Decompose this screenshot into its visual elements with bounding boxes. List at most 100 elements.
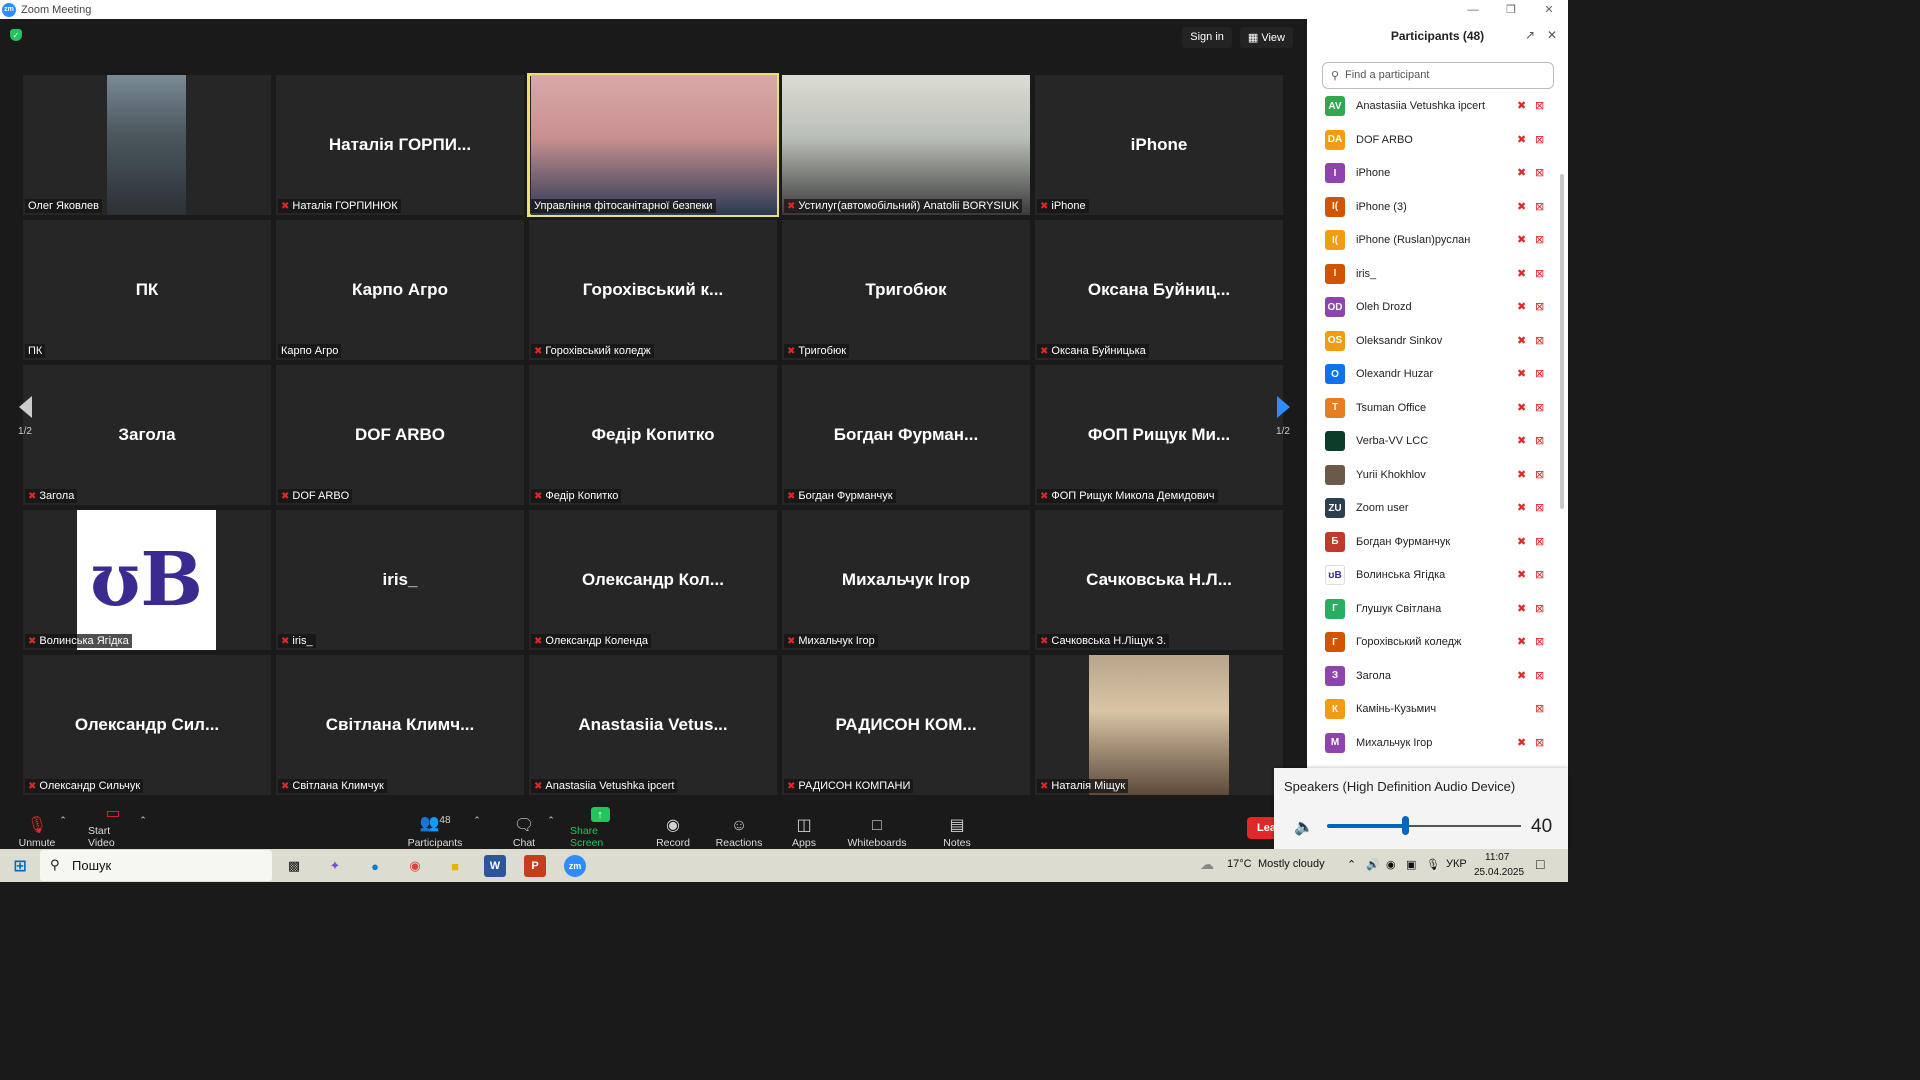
weather-description[interactable]: Mostly cloudy bbox=[1258, 858, 1325, 870]
video-tile[interactable]: iPhone ✖ iPhone bbox=[1035, 75, 1283, 215]
speaker-tray-icon[interactable]: 🔊 bbox=[1366, 858, 1380, 871]
video-tile[interactable]: ʊB ✖ Волинська Ягідка bbox=[23, 510, 271, 650]
video-tile[interactable]: iris_ ✖ iris_ bbox=[276, 510, 524, 650]
previous-page-button[interactable]: 1/2 bbox=[0, 364, 50, 469]
video-tile[interactable]: Anastasiia Vetus... ✖ Anastasiia Vetushka … bbox=[529, 655, 777, 795]
share-screen-button[interactable]: ↑ Share Screen bbox=[570, 807, 630, 849]
tile-participant-name: Anastasiia Vetushka ipcert bbox=[545, 780, 675, 792]
video-tile[interactable]: Михальчук Ігор ✖ Михальчук Ігор bbox=[782, 510, 1030, 650]
video-tile[interactable]: Горохівський к... ✖ Горохівський коледж bbox=[529, 220, 777, 360]
participant-row[interactable]: Verba-VV LCC ✖ ⊠ bbox=[1307, 426, 1557, 460]
notes-button[interactable]: ▤ Notes bbox=[942, 813, 972, 850]
windows-start-icon[interactable]: ⊞ bbox=[9, 855, 31, 877]
tile-participant-name: Олександр Сильчук bbox=[39, 780, 141, 792]
network-tray-icon[interactable]: ▣ bbox=[1406, 858, 1416, 871]
participants-options-caret[interactable]: ⌃ bbox=[472, 813, 482, 849]
participant-row[interactable]: ʊB Волинська Ягідка ✖ ⊠ bbox=[1307, 560, 1557, 594]
sign-in-button[interactable]: Sign in bbox=[1182, 27, 1232, 48]
video-tile[interactable]: Сачковська Н.Л... ✖ Сачковська Н.Ліщук З. bbox=[1035, 510, 1283, 650]
participant-row[interactable]: Yurii Khokhlov ✖ ⊠ bbox=[1307, 460, 1557, 494]
participant-row[interactable]: М Михальчук Ігор ✖ ⊠ bbox=[1307, 728, 1557, 762]
video-options-caret[interactable]: ⌃ bbox=[138, 813, 148, 849]
word-app-icon[interactable]: W bbox=[484, 855, 506, 877]
taskbar-clock-time[interactable]: 11:07 bbox=[1485, 852, 1509, 863]
video-tile[interactable]: Федір Копитко ✖ Федір Копитко bbox=[529, 365, 777, 505]
close-panel-icon[interactable]: ✕ bbox=[1547, 28, 1557, 42]
participant-row[interactable]: OS Oleksandr Sinkov ✖ ⊠ bbox=[1307, 326, 1557, 360]
next-page-button[interactable]: 1/2 bbox=[1258, 364, 1308, 469]
video-tile[interactable]: Олександр Кол... ✖ Олександр Коленда bbox=[529, 510, 777, 650]
video-tile[interactable]: Оксана Буйниц... ✖ Оксана Буйницька bbox=[1035, 220, 1283, 360]
apps-button[interactable]: ◫ Apps bbox=[790, 813, 818, 850]
task-view-icon[interactable]: ▩ bbox=[283, 855, 305, 877]
speaker-volume-icon[interactable]: 🔈 bbox=[1294, 817, 1314, 837]
video-tile[interactable]: Загола ✖ Загола bbox=[23, 365, 271, 505]
video-tile[interactable]: Світлана Климч... ✖ Світлана Климчук bbox=[276, 655, 524, 795]
view-button[interactable]: ▦ View bbox=[1239, 27, 1293, 48]
unmute-button[interactable]: 🎙 Unmute bbox=[18, 813, 56, 850]
powerpoint-app-icon[interactable]: P bbox=[524, 855, 546, 877]
participant-row[interactable]: З Загола ✖ ⊠ bbox=[1307, 661, 1557, 695]
video-tile[interactable]: ПК ПК bbox=[23, 220, 271, 360]
pop-out-icon[interactable]: ↗ bbox=[1525, 28, 1535, 42]
volume-slider-thumb[interactable] bbox=[1401, 816, 1409, 835]
participant-list-scrollbar[interactable] bbox=[1560, 174, 1564, 509]
video-tile[interactable]: ✖ Наталія Міщук bbox=[1035, 655, 1283, 795]
participant-row[interactable]: I(iPhone (3) ✖ ⊠ bbox=[1307, 192, 1557, 226]
participant-row[interactable]: DA DOF ARBO ✖ ⊠ bbox=[1307, 125, 1557, 159]
participant-row[interactable]: Iiris_ ✖ ⊠ bbox=[1307, 259, 1557, 293]
video-tile[interactable]: DOF ARBO ✖ DOF ARBO bbox=[276, 365, 524, 505]
participant-row[interactable]: T Tsuman Office ✖ ⊠ bbox=[1307, 393, 1557, 427]
participant-row[interactable]: К Камінь-Кузьмич ⊠ bbox=[1307, 694, 1557, 728]
language-indicator[interactable]: УКР bbox=[1446, 858, 1467, 870]
reactions-button[interactable]: ☺ Reactions bbox=[716, 813, 763, 850]
audio-options-caret[interactable]: ⌃ bbox=[58, 813, 68, 849]
minimize-icon[interactable]: — bbox=[1454, 0, 1492, 19]
taskbar-clock-date[interactable]: 25.04.2025 bbox=[1474, 867, 1524, 878]
tile-name-label: ✖ DOF ARBO bbox=[278, 489, 353, 503]
participant-row[interactable]: Г Горохівський коледж ✖ ⊠ bbox=[1307, 627, 1557, 661]
video-tile[interactable]: Наталія ГОРПИ... ✖ Наталія ГОРПИНЮК bbox=[276, 75, 524, 215]
tray-overflow-icon[interactable]: ⌃ bbox=[1347, 858, 1356, 871]
chrome-browser-icon[interactable]: ◉ bbox=[404, 855, 426, 877]
participant-search-input[interactable]: ⚲ Find a participant bbox=[1322, 62, 1554, 89]
zoom-app-taskbar-icon[interactable]: zm bbox=[564, 855, 586, 877]
tile-participant-name: Світлана Климчук bbox=[292, 780, 384, 792]
participant-row[interactable]: AV Anastasiia Vetushka ipcert ✖ ⊠ bbox=[1307, 91, 1557, 125]
video-tile[interactable]: Олександр Сил... ✖ Олександр Сильчук bbox=[23, 655, 271, 795]
view-label: View bbox=[1261, 32, 1285, 44]
video-tile[interactable]: Тригобюк ✖ Тригобюк bbox=[782, 220, 1030, 360]
whiteboards-button[interactable]: □ Whiteboards bbox=[847, 813, 907, 850]
chat-options-caret[interactable]: ⌃ bbox=[546, 813, 556, 849]
edge-browser-icon[interactable]: ● bbox=[364, 855, 386, 877]
video-tile[interactable]: Богдан Фурман... ✖ Богдан Фурманчук bbox=[782, 365, 1030, 505]
participant-row[interactable]: I(iPhone (Ruslan)руслан ✖ ⊠ bbox=[1307, 225, 1557, 259]
participant-row[interactable]: O Olexandr Huzar ✖ ⊠ bbox=[1307, 359, 1557, 393]
video-tile[interactable]: РАДИСОН КОМ... ✖ РАДИСОН КОМПАНИ bbox=[782, 655, 1030, 795]
chat-button[interactable]: 🗨 Chat bbox=[510, 813, 538, 850]
record-button[interactable]: ◉ Record bbox=[655, 813, 691, 850]
video-tile[interactable]: ФОП Рищук Ми... ✖ ФОП Рищук Микола Демидов… bbox=[1035, 365, 1283, 505]
participant-row[interactable]: IiPhone ✖ ⊠ bbox=[1307, 158, 1557, 192]
taskbar-search-box[interactable]: ⚲ Пошук bbox=[40, 850, 272, 881]
muted-mic-icon: ✖ bbox=[281, 780, 290, 792]
participant-row[interactable]: OD Oleh Drozd ✖ ⊠ bbox=[1307, 292, 1557, 326]
security-shield-icon[interactable]: ✓ bbox=[10, 29, 22, 41]
participant-row[interactable]: ZU Zoom user ✖ ⊠ bbox=[1307, 493, 1557, 527]
weather-temperature[interactable]: 17°C bbox=[1227, 858, 1252, 870]
restore-icon[interactable]: ❐ bbox=[1492, 0, 1530, 19]
notifications-icon[interactable]: □ bbox=[1536, 856, 1544, 872]
video-tile[interactable]: Управління фітосанітарної безпеки bbox=[527, 73, 779, 217]
close-icon[interactable]: ✕ bbox=[1530, 0, 1568, 19]
video-tile[interactable]: Олег Яковлев bbox=[23, 75, 271, 215]
webcam-tray-icon[interactable]: ◉ bbox=[1386, 858, 1396, 871]
video-tile[interactable]: ✖ Устилуг(автомобільний) Anatolii BORYSIU… bbox=[782, 75, 1030, 215]
copilot-icon[interactable]: ✦ bbox=[324, 855, 346, 877]
participants-button[interactable]: 👥48 Participants bbox=[408, 813, 463, 849]
participant-row[interactable]: Б Богдан Фурманчук ✖ ⊠ bbox=[1307, 527, 1557, 561]
start-video-button[interactable]: ▭ Start Video bbox=[88, 806, 138, 850]
file-explorer-icon[interactable]: ■ bbox=[444, 855, 466, 877]
participant-row[interactable]: Г Глушук Світлана ✖ ⊠ bbox=[1307, 594, 1557, 628]
video-tile[interactable]: Карпо Агро Карпо Агро bbox=[276, 220, 524, 360]
microphone-tray-icon[interactable]: 🎙 bbox=[1426, 858, 1440, 871]
